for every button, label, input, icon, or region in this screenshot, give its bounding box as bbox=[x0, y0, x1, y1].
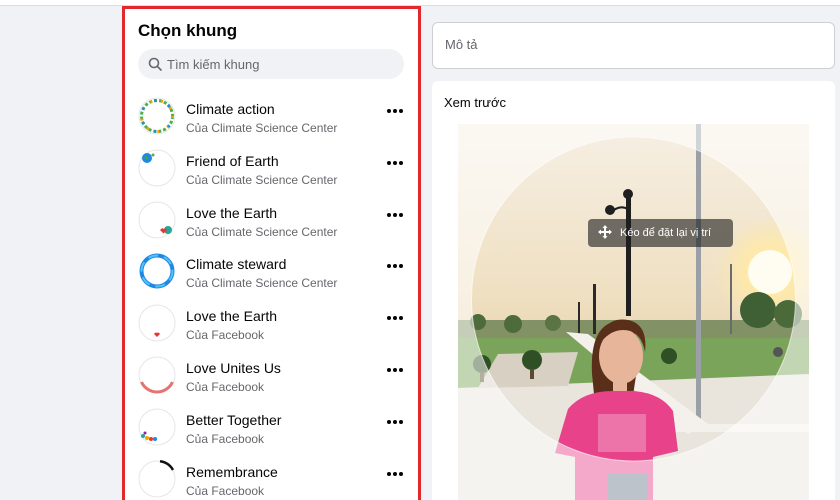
preview-photo bbox=[458, 124, 809, 500]
frame-list: Climate action Của Climate Science Cente… bbox=[125, 95, 418, 500]
red-arc-icon bbox=[138, 356, 176, 394]
more-dots-icon bbox=[387, 160, 403, 165]
more-dots-icon bbox=[387, 109, 403, 113]
frame-item[interactable]: Love Unites Us Của Facebook bbox=[125, 354, 418, 406]
panel-title: Chọn khung bbox=[138, 21, 238, 40]
more-dots-icon bbox=[387, 212, 403, 217]
frame-name: Friend of Earth bbox=[186, 152, 279, 169]
frame-name: Climate steward bbox=[186, 256, 287, 273]
earth-globe-icon bbox=[138, 149, 176, 187]
frame-name: Love the Earth bbox=[186, 308, 278, 325]
frame-name: Love Unites Us bbox=[186, 359, 281, 376]
reposition-hint[interactable]: Kéo để đặt lại vị trí bbox=[588, 219, 733, 247]
black-arc-icon bbox=[138, 459, 176, 498]
frame-name: Remembrance bbox=[186, 463, 278, 480]
frame-item[interactable]: Love the Earth Của Climate Science Cente… bbox=[125, 199, 418, 251]
description-input[interactable] bbox=[445, 37, 815, 52]
colorful-leaves-icon bbox=[138, 408, 176, 446]
blue-swirl-ring-icon bbox=[138, 252, 176, 290]
climate-action-ring-icon bbox=[138, 97, 176, 135]
frame-item[interactable]: Remembrance Của Facebook bbox=[125, 458, 418, 500]
reposition-hint-text: Kéo để đặt lại vị trí bbox=[620, 227, 712, 239]
more-dots-icon bbox=[387, 367, 403, 372]
frame-item[interactable]: Love the Earth Của Facebook bbox=[125, 302, 418, 354]
move-arrows-icon bbox=[598, 224, 612, 242]
frame-name: Love the Earth bbox=[186, 204, 278, 221]
search-input[interactable] bbox=[167, 56, 387, 72]
search-icon bbox=[148, 57, 162, 71]
frame-owner: Của Facebook bbox=[186, 328, 265, 343]
description-card bbox=[432, 22, 835, 69]
more-options-button[interactable] bbox=[383, 103, 407, 119]
more-options-button[interactable] bbox=[383, 362, 407, 378]
frame-owner: Của Climate Science Center bbox=[186, 121, 338, 135]
frame-item[interactable]: Climate action Của Climate Science Cente… bbox=[125, 95, 418, 147]
frame-owner: Của Climate Science Center bbox=[186, 224, 338, 239]
more-options-button[interactable] bbox=[383, 207, 407, 223]
frame-item[interactable]: Friend of Earth Của Climate Science Cent… bbox=[125, 147, 418, 199]
frame-owner: Của Climate Science Center bbox=[186, 276, 338, 291]
more-dots-icon bbox=[387, 264, 403, 269]
more-options-button[interactable] bbox=[383, 155, 407, 171]
earth-heart-icon bbox=[138, 201, 176, 239]
more-dots-icon bbox=[387, 471, 403, 476]
frame-owner: Của Facebook bbox=[186, 379, 265, 394]
frame-picker-panel: Chọn khung Climate action Của Climate Sc… bbox=[122, 6, 421, 500]
frame-owner: Của Climate Science Center bbox=[186, 172, 338, 187]
more-options-button[interactable] bbox=[383, 258, 407, 274]
left-gutter bbox=[0, 6, 122, 500]
frame-item[interactable]: Climate steward Của Climate Science Cent… bbox=[125, 250, 418, 302]
frame-item[interactable]: Better Together Của Facebook bbox=[125, 406, 418, 458]
more-options-button[interactable] bbox=[383, 310, 407, 326]
preview-card: Xem trước Kéo để đặt lại vị trí bbox=[432, 81, 835, 500]
more-dots-icon bbox=[387, 316, 403, 321]
more-dots-icon bbox=[387, 419, 403, 424]
heart-icon bbox=[138, 304, 176, 342]
frame-name: Better Together bbox=[186, 411, 282, 428]
more-options-button[interactable] bbox=[383, 466, 407, 482]
frame-owner: Của Facebook bbox=[186, 483, 265, 498]
frame-owner: Của Facebook bbox=[186, 431, 265, 446]
preview-title: Xem trước bbox=[444, 95, 507, 110]
frame-name: Climate action bbox=[186, 101, 275, 117]
profile-preview-image[interactable]: Kéo để đặt lại vị trí bbox=[458, 124, 809, 500]
search-box[interactable] bbox=[138, 49, 404, 79]
more-options-button[interactable] bbox=[383, 414, 407, 430]
